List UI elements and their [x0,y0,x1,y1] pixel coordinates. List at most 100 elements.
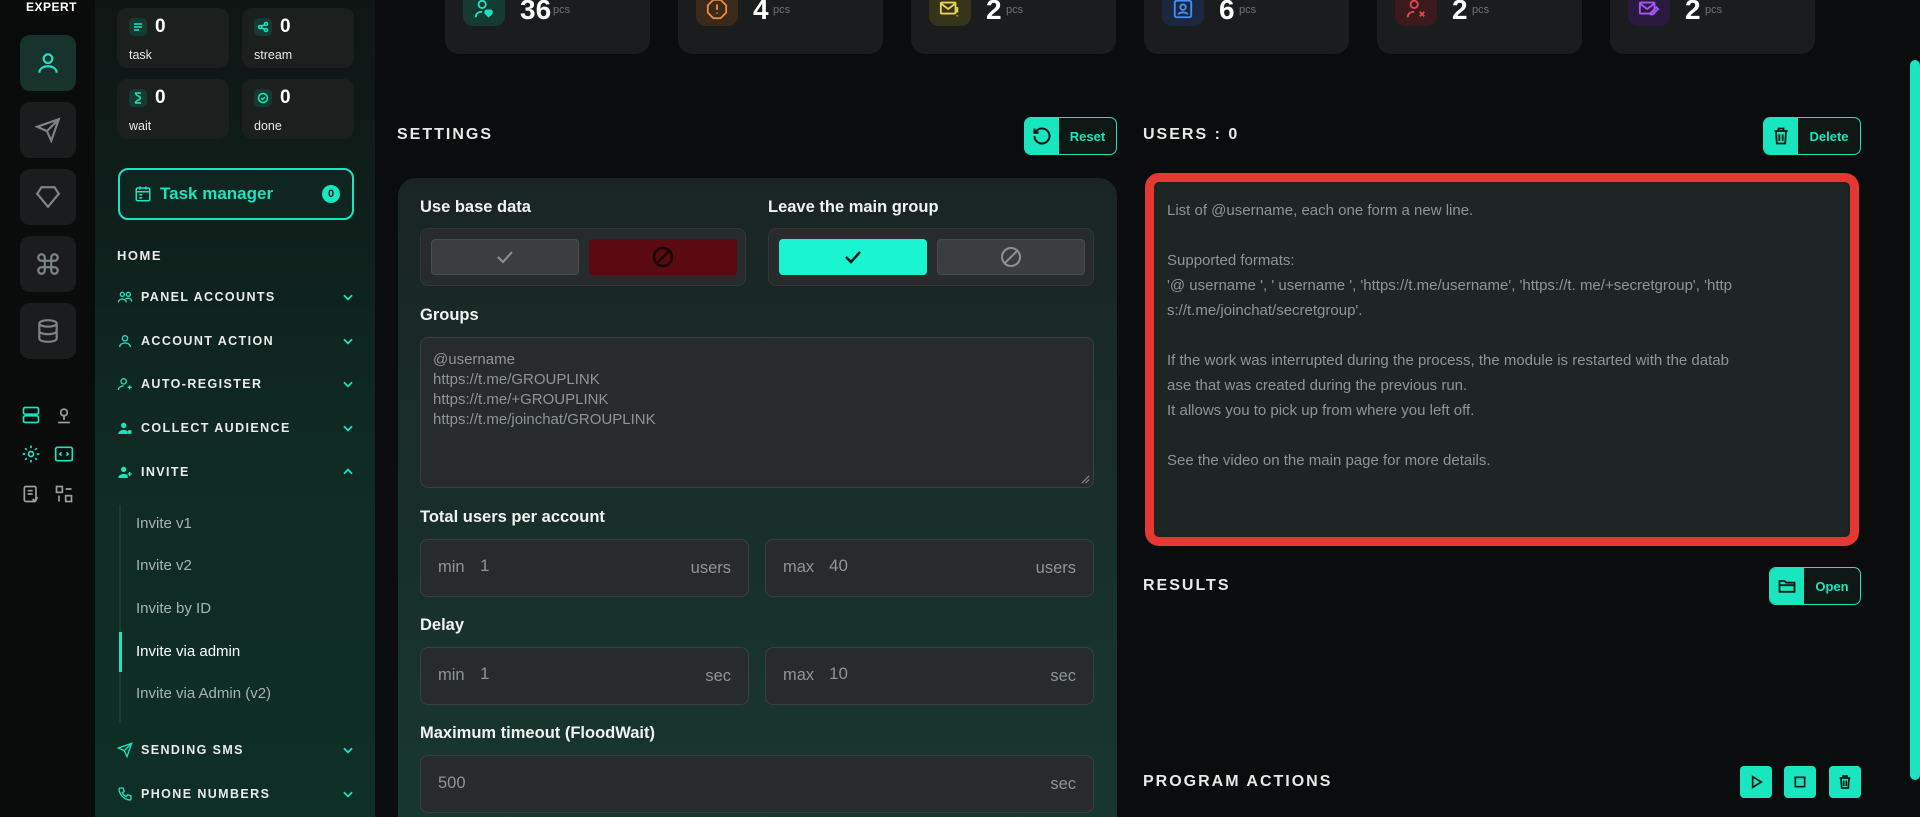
reset-button[interactable]: Reset [1024,117,1117,155]
groups-textarea[interactable]: @username https://t.me/GROUPLINK https:/… [420,337,1094,488]
stop-button[interactable] [1784,766,1816,798]
scrollbar-thumb[interactable] [1910,60,1920,780]
sidebar: 0 task 0 stream 0 wait 0 done Task manag… [95,0,375,817]
user-add-icon [118,466,132,478]
mini-settings-button[interactable] [20,443,42,465]
nav-sending-sms[interactable]: SENDING SMS [117,739,357,761]
check-icon [497,251,513,264]
total-users-label: Total users per account [420,508,605,526]
user-icon [38,53,58,73]
mail-edit-icon [1628,0,1670,26]
id-card-icon [1162,0,1204,26]
send-icon [35,117,61,143]
gear-icon [22,445,40,463]
task-icon [129,18,147,36]
task-count-badge: 0 [322,185,340,203]
stat-task: 0 task [117,8,229,68]
chevron-down-icon [343,425,353,432]
checklist-icon [23,485,39,503]
nav-collect-audience[interactable]: COLLECT AUDIENCE [117,417,357,439]
nav-invite-by-id[interactable]: Invite by ID [136,600,211,617]
stat-done: 0 done [242,79,354,139]
user-heart-icon [463,0,505,26]
chevron-down-icon [343,381,353,388]
play-button[interactable] [1740,766,1772,798]
top-stat-card: 2 pcs [1610,0,1815,54]
top-stat-card: 36 pcs [445,0,650,54]
task-manager-button[interactable]: Task manager 0 [118,168,354,220]
location-icon [58,408,70,424]
chevron-down-icon [343,747,353,754]
nav-invite-v1[interactable]: Invite v1 [136,515,192,532]
hourglass-icon [129,89,147,107]
floodwait-input[interactable]: 500 sec [420,755,1094,813]
resize-handle-icon[interactable] [1081,475,1090,484]
leave-main-group-on-button[interactable] [779,239,927,275]
rail-database-button[interactable] [20,303,76,359]
nav-phone-numbers[interactable]: PHONE NUMBERS [117,783,357,805]
nav-home[interactable]: HOME [117,248,162,263]
warning-octagon-icon [696,0,738,26]
total-users-min-input[interactable]: min 1 users [420,539,749,597]
leave-main-group-off-button[interactable] [937,239,1085,275]
nav-account-action[interactable]: ACCOUNT ACTION [117,330,357,352]
use-base-data-label: Use base data [420,198,531,216]
invite-submenu-line [119,505,121,723]
mini-code-button[interactable] [53,443,75,465]
rail-diamond-button[interactable] [20,169,76,225]
open-results-button[interactable]: Open [1769,567,1861,605]
leave-main-group-label: Leave the main group [768,198,939,216]
check-icon [845,251,861,264]
calendar-icon [135,186,151,202]
trash-icon [1839,775,1851,789]
nav-invite[interactable]: INVITE [117,461,357,483]
delay-max-input[interactable]: max 10 sec [765,647,1094,705]
delay-label: Delay [420,616,465,634]
use-base-data-toggle [420,228,746,286]
top-stat-card: 4 pcs [678,0,883,54]
icon-rail: EXPERT [0,0,95,817]
scrollbar[interactable] [1910,0,1920,817]
ban-icon [1001,247,1021,267]
diamond-icon [35,186,61,209]
user-x-icon [1395,0,1437,26]
user-plus-icon [117,378,132,391]
ban-icon [652,246,674,268]
chevron-down-icon [343,791,353,798]
nav-invite-via-admin[interactable]: Invite via admin [136,643,240,660]
mini-tasks-button[interactable] [20,483,42,505]
brand-logo: EXPERT [26,0,78,14]
stat-stream: 0 stream [242,8,354,68]
nav-invite-via-admin-v2[interactable]: Invite via Admin (v2) [136,685,271,702]
users-icon [117,291,133,303]
rail-send-button[interactable] [20,102,76,158]
reset-icon [1033,127,1051,145]
use-base-data-off-button[interactable] [589,239,737,275]
rail-command-button[interactable] [20,236,76,292]
nav-auto-register[interactable]: AUTO-REGISTER [117,373,357,395]
rail-accounts-button[interactable] [20,35,76,91]
floodwait-label: Maximum timeout (FloodWait) [420,724,655,742]
grid-icon [55,485,73,503]
chevron-up-icon [343,468,353,475]
share-icon [254,18,272,36]
nav-panel-accounts[interactable]: PANEL ACCOUNTS [117,286,357,308]
use-base-data-on-button[interactable] [431,239,579,275]
delete-users-button[interactable]: Delete [1763,117,1861,155]
nav-invite-v2[interactable]: Invite v2 [136,557,192,574]
mini-server-button[interactable] [20,404,42,426]
clear-button[interactable] [1829,766,1861,798]
phone-icon [118,787,132,801]
play-icon [1751,775,1763,789]
send-icon [117,742,133,758]
program-actions-title: PROGRAM ACTIONS [1143,773,1333,790]
folder-icon [1778,580,1796,593]
mini-grid-button[interactable] [53,483,75,505]
mini-location-button[interactable] [53,404,75,426]
total-users-max-input[interactable]: max 40 users [765,539,1094,597]
delay-min-input[interactable]: min 1 sec [420,647,749,705]
chevron-down-icon [343,338,353,345]
user-icon [119,335,131,348]
mail-warning-icon [929,0,971,26]
groups-label: Groups [420,306,479,324]
